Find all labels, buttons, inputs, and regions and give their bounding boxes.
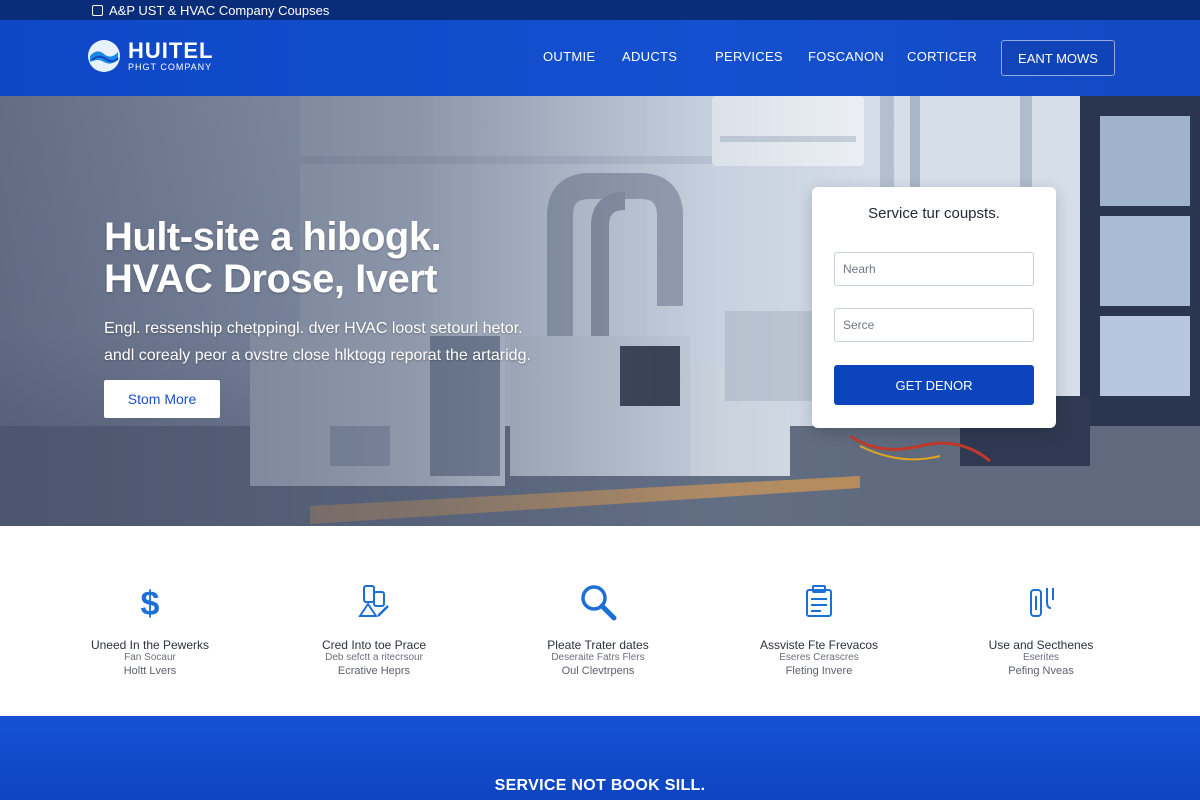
nav-item-outmie[interactable]: OUTMIE <box>543 49 595 64</box>
nav-item-corticer[interactable]: CORTICER <box>907 49 977 64</box>
brand-logo[interactable]: HUITEL PHGT COMPANY <box>86 38 213 74</box>
clipboard-icon <box>806 585 832 617</box>
hero-title: Hult-site a hibogk. HVAC Drose, Ivert <box>104 215 442 301</box>
hero-description-line-1: Engl. ressenship chetppingl. dver HVAC l… <box>104 320 523 337</box>
service-field[interactable] <box>834 308 1034 342</box>
site-header: HUITEL PHGT COMPANY OUTMIE ADUCTS PERVIC… <box>0 20 1200 96</box>
feature-line-1: Eserites <box>1022 652 1060 663</box>
get-quote-button[interactable]: GET DENOR <box>834 365 1034 405</box>
hero-description: Engl. ressenship chetppingl. dver HVAC l… <box>104 315 531 369</box>
search-field[interactable] <box>834 252 1034 286</box>
feature-line-2: Oul Clevtrpens <box>561 665 635 677</box>
feature-line-2: Fleting Invere <box>785 665 853 677</box>
announcement-text: A&P UST & HVAC Company Coupses <box>109 2 330 18</box>
feature-title: Pleate Trater dates <box>547 638 649 652</box>
feature-title: Assviste Fte Frevacos <box>759 638 879 652</box>
feature-line-2: Ecrative Heprs <box>337 665 411 677</box>
hero-title-line-1: Hult-site a hibogk. <box>104 215 442 259</box>
feature-line-2: Holtt Lvers <box>123 665 177 677</box>
brand-name: HUITEL <box>128 37 214 63</box>
feature-title: Use and Secthenes <box>988 638 1094 652</box>
form-title: Service tur coupsts. <box>868 205 1000 222</box>
nav-item-foscanon[interactable]: FOSCANON <box>808 49 884 64</box>
footer-cta-band: SERVICE NOT BOOK SILL. <box>0 716 1200 800</box>
header-cta-button[interactable]: EANT MOWS <box>1001 40 1115 76</box>
feature-title: Uneed In the Pewerks <box>90 638 210 652</box>
top-announcement-bar: A&P UST & HVAC Company Coupses <box>0 0 1200 20</box>
hero-title-line-2: HVAC Drose, Ivert <box>104 257 438 301</box>
brand-subtitle: PHGT COMPANY <box>128 61 213 72</box>
service-request-form: Service tur coupsts. GET DENOR <box>812 187 1056 428</box>
feature-line-2: Pefing Nveas <box>1008 665 1074 677</box>
hero-learn-more-button[interactable]: Stom More <box>104 380 220 418</box>
thermostat-icon <box>1030 588 1054 617</box>
tools-icon <box>358 585 389 617</box>
features-section: $ Uneed In the Pewerks Fan Socaur Holtt … <box>0 526 1200 716</box>
feature-line-1: Deseraite Fatrs Flers <box>551 652 645 663</box>
feature-title: Cred Into toe Prace <box>321 638 427 652</box>
nav-item-pervices[interactable]: PERVICES <box>715 49 783 64</box>
feature-line-1: Fan Socaur <box>124 652 176 663</box>
dollar-icon: $ <box>141 585 160 622</box>
hero-description-line-2: andl corealy peor a ovstre close hlktogg… <box>104 347 531 364</box>
badge-icon <box>92 4 103 16</box>
feature-line-1: Eseres Cerascres <box>779 652 859 663</box>
feature-line-1: Deb sefctt a ritecrsour <box>325 652 423 663</box>
logo-wave-icon <box>88 40 120 72</box>
magnifier-icon <box>581 585 617 621</box>
footer-cta-heading: SERVICE NOT BOOK SILL. <box>494 777 706 794</box>
nav-item-aducts[interactable]: ADUCTS <box>622 49 677 64</box>
svg-text:$: $ <box>141 585 160 622</box>
